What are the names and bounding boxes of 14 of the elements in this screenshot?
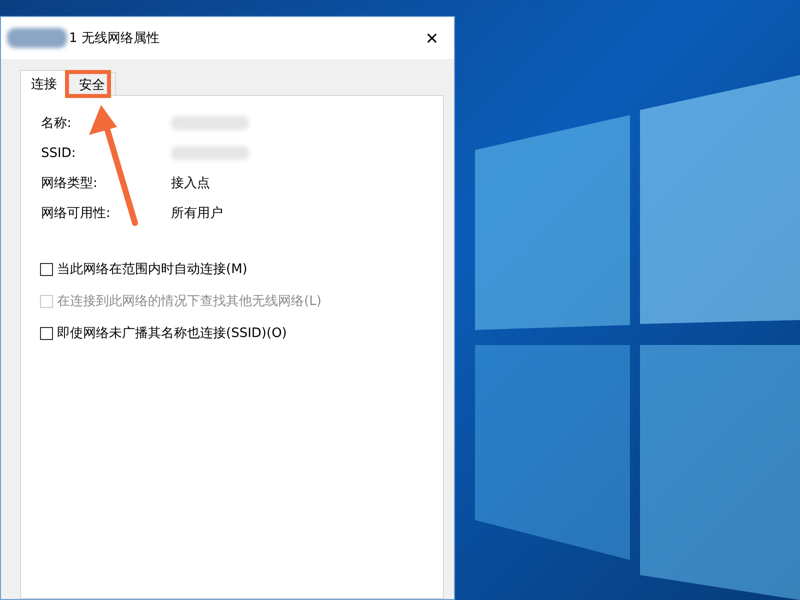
close-button[interactable]: ✕	[410, 20, 454, 56]
field-label: 网络可用性:	[41, 205, 112, 222]
checkbox[interactable]	[40, 326, 53, 340]
window-title: 1 无线网络属性	[69, 30, 160, 47]
checkbox-label: 在连接到此网络的情况下查找其他无线网络(L)	[57, 293, 322, 310]
checkbox-label: 即使网络未广播其名称也连接(SSID)(O)	[57, 325, 287, 342]
field-label: SSID:	[41, 146, 77, 160]
checkbox[interactable]	[40, 262, 53, 276]
field-value: 接入点	[171, 175, 210, 192]
field-value: 所有用户	[171, 205, 223, 222]
field-label: 名称:	[41, 115, 72, 132]
field-label: 网络类型:	[41, 175, 98, 192]
tab[interactable]: 连接	[20, 70, 68, 96]
checkbox-label: 当此网络在范围内时自动连接(M)	[57, 261, 248, 278]
